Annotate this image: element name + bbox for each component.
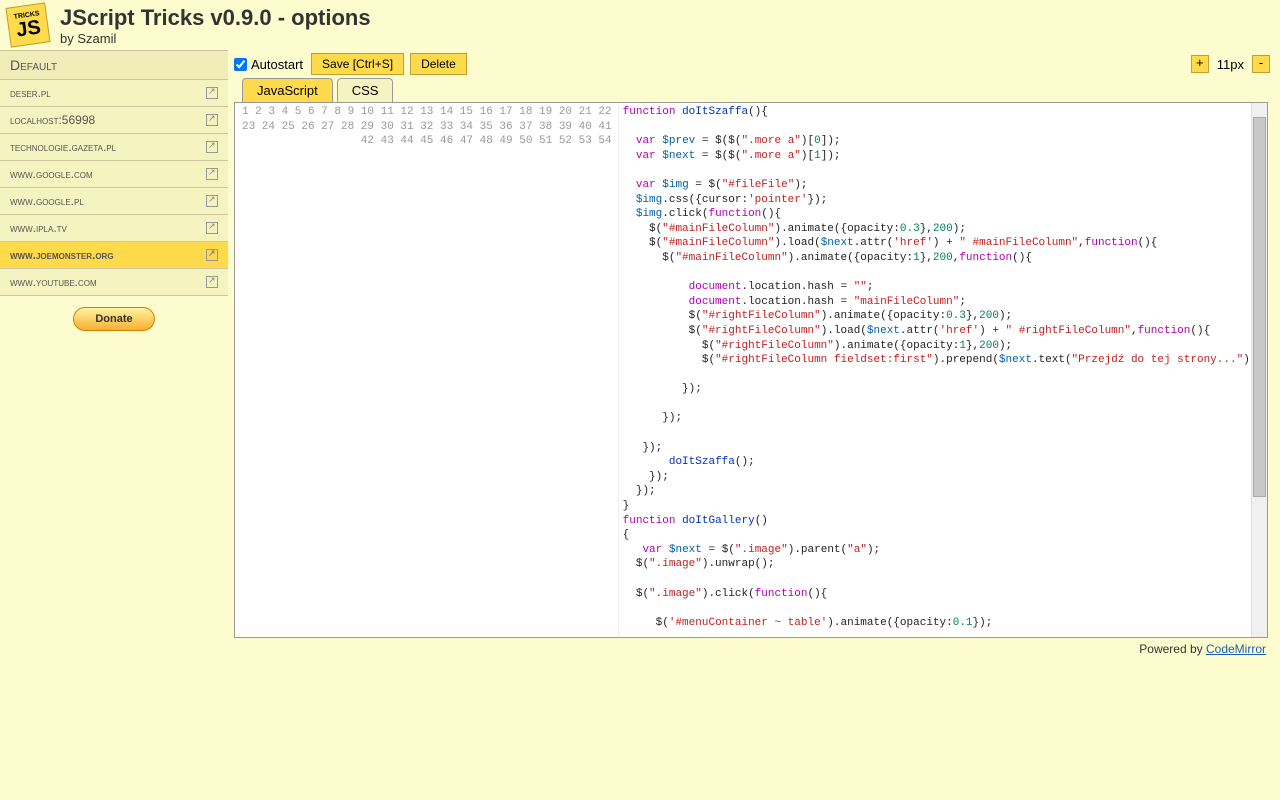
author-text: by Szamil bbox=[60, 31, 371, 46]
sidebar-item-label: localhost:56998 bbox=[10, 113, 95, 127]
code-editor[interactable]: 1 2 3 4 5 6 7 8 9 10 11 12 13 14 15 16 1… bbox=[234, 102, 1268, 638]
font-size-display: 11px bbox=[1217, 57, 1244, 72]
sidebar-item-label: www.google.com bbox=[10, 167, 93, 181]
toolbar: Autostart Save [Ctrl+S] Delete + 11px - bbox=[234, 50, 1280, 78]
donate-label: Donate bbox=[95, 313, 132, 325]
sidebar-item-deser-pl[interactable]: deser.pl bbox=[0, 79, 228, 107]
sidebar-item-www-youtube-com[interactable]: www.youtube.com bbox=[0, 268, 228, 296]
sidebar-item-label: www.joemonster.org bbox=[10, 248, 114, 262]
sidebar-item-www-joemonster-org[interactable]: www.joemonster.org bbox=[0, 241, 228, 269]
codemirror-link[interactable]: CodeMirror bbox=[1206, 642, 1266, 656]
font-decrease-button[interactable]: - bbox=[1252, 55, 1270, 73]
autostart-label: Autostart bbox=[251, 57, 303, 72]
page-title: JScript Tricks v0.9.0 - options bbox=[60, 5, 371, 31]
sidebar-item-www-google-pl[interactable]: www.google.pl bbox=[0, 187, 228, 215]
content-area: Autostart Save [Ctrl+S] Delete + 11px - … bbox=[228, 50, 1280, 660]
app-logo: TRICKS JS bbox=[5, 2, 50, 47]
vertical-scrollbar[interactable] bbox=[1251, 103, 1267, 637]
powered-by-text: Powered by bbox=[1139, 642, 1206, 656]
line-gutter: 1 2 3 4 5 6 7 8 9 10 11 12 13 14 15 16 1… bbox=[235, 103, 619, 637]
tab-css[interactable]: CSS bbox=[337, 78, 394, 102]
scroll-thumb[interactable] bbox=[1253, 117, 1266, 497]
donate-button[interactable]: Donate bbox=[73, 307, 155, 331]
sidebar: Default deser.pl localhost:56998 technolog… bbox=[0, 50, 228, 660]
sidebar-item-label: www.ipla.tv bbox=[10, 221, 67, 235]
sidebar-item-label: technologie.gazeta.pl bbox=[10, 140, 116, 154]
autostart-checkbox[interactable] bbox=[234, 58, 247, 71]
sidebar-default[interactable]: Default bbox=[0, 50, 228, 80]
sidebar-default-label: Default bbox=[10, 57, 57, 73]
app-header: TRICKS JS JScript Tricks v0.9.0 - option… bbox=[0, 0, 1280, 50]
external-link-icon[interactable] bbox=[206, 222, 218, 234]
sidebar-item-localhost-56998[interactable]: localhost:56998 bbox=[0, 106, 228, 134]
sidebar-item-label: www.youtube.com bbox=[10, 275, 97, 289]
tab-javascript[interactable]: JavaScript bbox=[242, 78, 333, 102]
sidebar-item-label: deser.pl bbox=[10, 86, 51, 100]
external-link-icon[interactable] bbox=[206, 195, 218, 207]
code-content[interactable]: function doItSzaffa(){ var $prev = $($("… bbox=[619, 103, 1267, 637]
font-increase-button[interactable]: + bbox=[1191, 55, 1209, 73]
save-button[interactable]: Save [Ctrl+S] bbox=[311, 53, 404, 75]
sidebar-item-www-ipla-tv[interactable]: www.ipla.tv bbox=[0, 214, 228, 242]
logo-js-text: JS bbox=[15, 17, 42, 40]
delete-button[interactable]: Delete bbox=[410, 53, 467, 75]
external-link-icon[interactable] bbox=[206, 87, 218, 99]
external-link-icon[interactable] bbox=[206, 114, 218, 126]
tab-bar: JavaScript CSS bbox=[242, 78, 1280, 102]
external-link-icon[interactable] bbox=[206, 141, 218, 153]
footer: Powered by CodeMirror bbox=[234, 638, 1280, 660]
external-link-icon[interactable] bbox=[206, 168, 218, 180]
sidebar-item-www-google-com[interactable]: www.google.com bbox=[0, 160, 228, 188]
external-link-icon[interactable] bbox=[206, 249, 218, 261]
external-link-icon[interactable] bbox=[206, 276, 218, 288]
sidebar-item-label: www.google.pl bbox=[10, 194, 84, 208]
title-group: JScript Tricks v0.9.0 - options by Szami… bbox=[60, 5, 371, 46]
sidebar-item-technologie-gazeta-pl[interactable]: technologie.gazeta.pl bbox=[0, 133, 228, 161]
